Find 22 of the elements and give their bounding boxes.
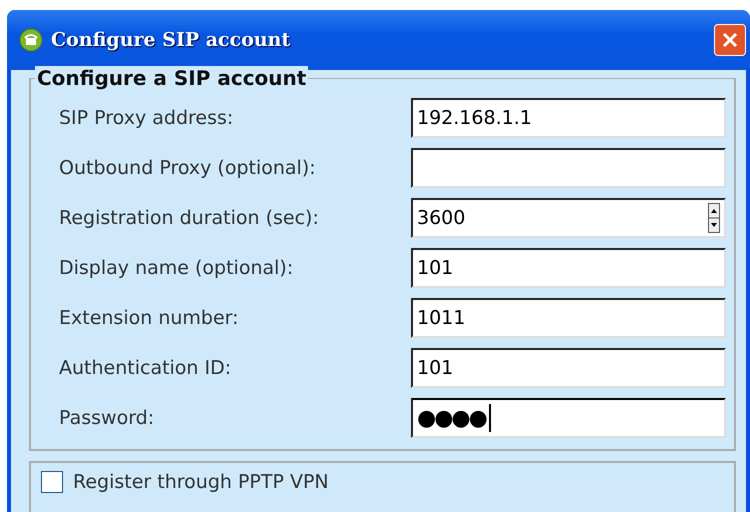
spin-buttons[interactable]: [708, 203, 720, 233]
text-field[interactable]: 101: [411, 348, 726, 388]
field-label: SIP Proxy address:: [59, 107, 234, 129]
field-label: Outbound Proxy (optional):: [59, 157, 317, 179]
text-field[interactable]: 1011: [411, 298, 726, 338]
spin-field[interactable]: 3600: [411, 198, 726, 238]
field-label: Extension number:: [59, 307, 240, 329]
text-field[interactable]: 101: [411, 248, 726, 288]
field-label: Display name (optional):: [59, 257, 294, 279]
field-label: Authentication ID:: [59, 357, 232, 379]
window-title: Configure SIP account: [51, 29, 292, 51]
group-title: Configure a SIP account: [35, 66, 308, 90]
close-button[interactable]: [714, 24, 746, 56]
close-icon: [720, 30, 740, 50]
checkbox-label[interactable]: Register through PPTP VPN: [73, 471, 329, 493]
field-label: Registration duration (sec):: [59, 207, 320, 229]
phone-icon: [19, 28, 43, 52]
field-label: Password:: [59, 407, 156, 429]
password-field[interactable]: ●●●●: [411, 398, 726, 438]
text-field[interactable]: 192.168.1.1: [411, 98, 726, 138]
checkbox[interactable]: [41, 471, 63, 493]
text-field[interactable]: [411, 148, 726, 188]
